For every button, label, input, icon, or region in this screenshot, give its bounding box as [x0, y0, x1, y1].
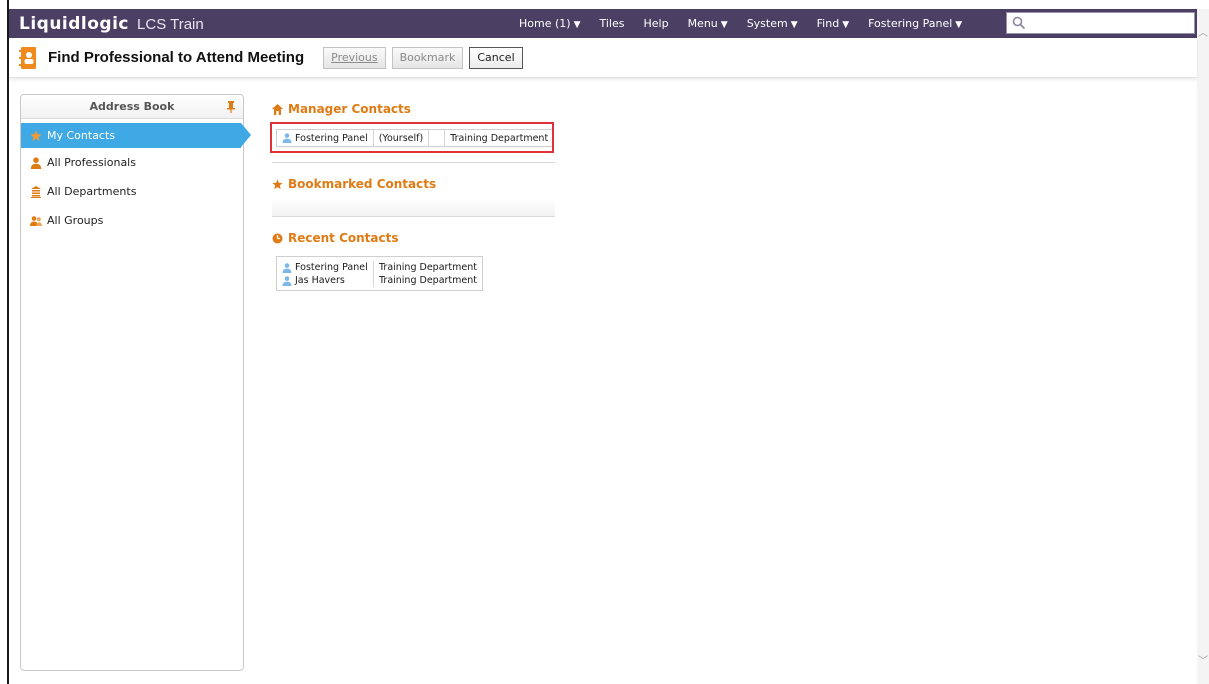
contact-department: Training Department: [379, 262, 477, 273]
cancel-button[interactable]: Cancel: [469, 46, 523, 69]
app-logo[interactable]: Liquidlogic LCS Train: [19, 14, 204, 34]
contact-department: Training Department: [379, 275, 477, 286]
nav-tiles[interactable]: Tiles: [599, 17, 624, 30]
sidebar-item-all-groups[interactable]: All Groups: [21, 206, 243, 235]
star-icon: [272, 178, 283, 189]
bookmarked-contacts-empty: [272, 198, 555, 216]
window-edge: [7, 0, 9, 684]
bookmark-button-label: Bookmark: [399, 51, 456, 64]
nav-menu[interactable]: Menu ▼: [688, 17, 728, 30]
sidebar-item-my-contacts[interactable]: My Contacts: [21, 123, 251, 148]
recent-contacts-list: Fostering Panel Training Department Jas …: [276, 256, 572, 291]
pin-icon[interactable]: [227, 101, 235, 113]
nav-tiles-label: Tiles: [599, 17, 625, 30]
building-icon: [31, 185, 41, 198]
vertical-scrollbar[interactable]: ︿ ﹀: [1197, 9, 1209, 684]
contact-name: Fostering Panel: [295, 262, 368, 273]
main-nav: Home (1) ▼ Tiles Help Menu ▼ System ▼ Find ▼…: [519, 9, 981, 38]
nav-help[interactable]: Help: [643, 17, 668, 30]
nav-home[interactable]: Home (1) ▼: [519, 17, 580, 30]
page-title: Find Professional to Attend Meeting: [48, 49, 305, 66]
person-icon: [30, 156, 42, 169]
address-book-icon: [19, 46, 36, 69]
caret-down-icon: ▼: [842, 20, 850, 30]
nav-find[interactable]: Find ▼: [817, 17, 849, 30]
recent-contacts-heading: Recent Contacts: [272, 229, 572, 247]
manager-contacts-title: Manager Contacts: [288, 102, 411, 116]
group-icon: [30, 215, 42, 226]
address-book-title: Address Book: [89, 100, 175, 113]
previous-button[interactable]: Previous: [323, 46, 386, 69]
scroll-up-icon[interactable]: ︿: [1197, 27, 1209, 41]
contact-name-cell[interactable]: Jas Havers: [277, 274, 373, 287]
app-name: LCS Train: [137, 15, 204, 33]
caret-down-icon: ▼: [955, 20, 963, 30]
contact-department-cell: Training Department: [373, 274, 482, 287]
nav-menu-label: Menu: [687, 17, 718, 30]
sidebar-item-label: All Professionals: [47, 156, 136, 169]
bookmarked-contacts-heading: Bookmarked Contacts: [272, 175, 572, 193]
contacts-main: Manager Contacts Fostering Panel (Yourse…: [270, 100, 572, 291]
contact-name-cell[interactable]: Fostering Panel: [277, 261, 373, 274]
person-icon: [282, 262, 292, 273]
cancel-button-label: Cancel: [477, 51, 515, 64]
contact-department-cell: Training Department: [373, 261, 482, 274]
home-icon: [272, 103, 283, 115]
star-icon: [30, 130, 42, 141]
page-header: Find Professional to Attend Meeting Prev…: [9, 38, 1197, 78]
address-book-panel: Address Book My Contacts All Professiona…: [20, 94, 251, 671]
recent-contacts-table: Fostering Panel Training Department Jas …: [276, 256, 483, 291]
address-book-header: Address Book: [21, 95, 243, 119]
scroll-down-icon[interactable]: ﹀: [1197, 655, 1209, 669]
nav-find-label: Find: [816, 17, 840, 30]
contact-name: Jas Havers: [295, 275, 345, 286]
nav-home-label: Home (1): [519, 17, 571, 30]
nav-user-label: Fostering Panel: [868, 17, 953, 30]
table-row[interactable]: Fostering Panel Training Department: [277, 261, 482, 274]
nav-system[interactable]: System ▼: [747, 17, 798, 30]
search-input[interactable]: [1006, 12, 1195, 34]
selection-highlight: [270, 122, 554, 153]
brand-name: Liquidlogic: [19, 13, 130, 34]
sidebar-item-all-professionals[interactable]: All Professionals: [21, 148, 243, 177]
recent-contacts-title: Recent Contacts: [288, 231, 399, 245]
bookmarked-contacts-title: Bookmarked Contacts: [288, 177, 437, 191]
sidebar-item-label: All Groups: [47, 214, 104, 227]
nav-system-label: System: [746, 17, 788, 30]
manager-contacts-list: Fostering Panel (Yourself) Training Depa…: [270, 122, 572, 153]
sidebar-item-all-departments[interactable]: All Departments: [21, 177, 243, 206]
manager-contacts-heading: Manager Contacts: [272, 100, 572, 118]
top-nav-bar: Liquidlogic LCS Train Home (1) ▼ Tiles He…: [9, 9, 1197, 38]
caret-down-icon: ▼: [720, 20, 728, 30]
previous-button-label: Previous: [331, 51, 378, 64]
nav-user-fostering-panel[interactable]: Fostering Panel ▼: [868, 17, 962, 30]
nav-help-label: Help: [643, 17, 669, 30]
bookmark-button[interactable]: Bookmark: [391, 46, 464, 69]
sidebar-item-label: All Departments: [47, 185, 137, 198]
table-row[interactable]: Jas Havers Training Department: [277, 274, 482, 287]
sidebar-item-label: My Contacts: [47, 129, 116, 142]
caret-down-icon: ▼: [573, 20, 581, 30]
clock-icon: [272, 233, 283, 243]
search-icon: [1012, 16, 1026, 30]
caret-down-icon: ▼: [790, 20, 798, 30]
person-icon: [282, 275, 292, 286]
